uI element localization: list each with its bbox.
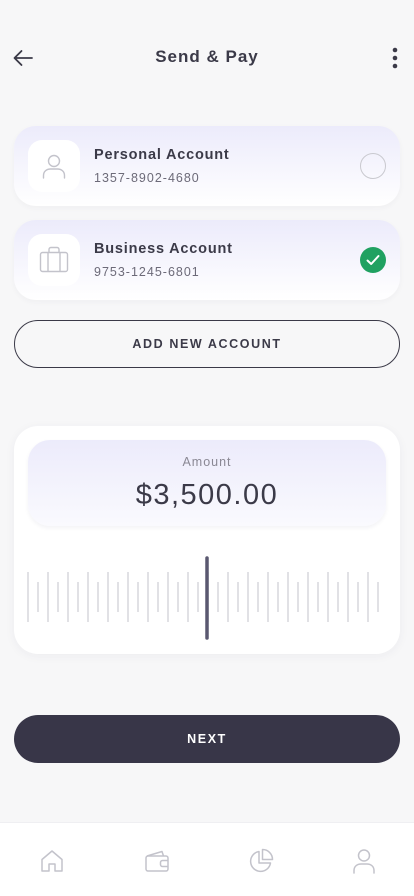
more-vertical-icon — [392, 47, 398, 69]
account-card-personal[interactable]: Personal Account 1357-8902-4680 — [14, 126, 400, 206]
account-radio-personal[interactable] — [360, 153, 386, 179]
profile-icon — [353, 849, 375, 874]
nav-wallet[interactable] — [141, 845, 173, 877]
wallet-icon — [145, 850, 169, 872]
account-number: 1357-8902-4680 — [94, 171, 200, 185]
nav-profile[interactable] — [348, 845, 380, 877]
account-number: 9753-1245-6801 — [94, 265, 200, 279]
nav-home[interactable] — [36, 845, 68, 877]
account-card-business[interactable]: Business Account 9753-1245-6801 — [14, 220, 400, 300]
user-icon — [42, 154, 66, 179]
next-button[interactable]: NEXT — [14, 715, 400, 763]
header: Send & Pay — [0, 30, 414, 86]
amount-card: Amount $3,500.00 — [14, 426, 400, 654]
nav-statistics[interactable] — [245, 845, 277, 877]
home-icon — [41, 850, 63, 872]
account-name: Business Account — [94, 241, 233, 257]
amount-display: Amount $3,500.00 — [28, 440, 386, 526]
account-name: Personal Account — [94, 147, 230, 163]
amount-label: Amount — [182, 455, 232, 469]
bottom-nav — [0, 822, 414, 896]
pie-chart-icon — [249, 848, 274, 873]
more-options-button[interactable] — [382, 43, 408, 73]
ruler-ticks — [27, 556, 379, 640]
briefcase-icon — [39, 246, 69, 273]
account-icon-box — [28, 140, 80, 192]
check-icon — [366, 255, 380, 265]
amount-value: $3,500.00 — [135, 479, 279, 511]
page-title: Send & Pay — [155, 47, 259, 66]
account-radio-business[interactable] — [360, 247, 386, 273]
add-new-account-button[interactable]: ADD NEW ACCOUNT — [14, 320, 400, 368]
account-icon-box — [28, 234, 80, 286]
amount-ruler-slider[interactable] — [26, 556, 388, 642]
